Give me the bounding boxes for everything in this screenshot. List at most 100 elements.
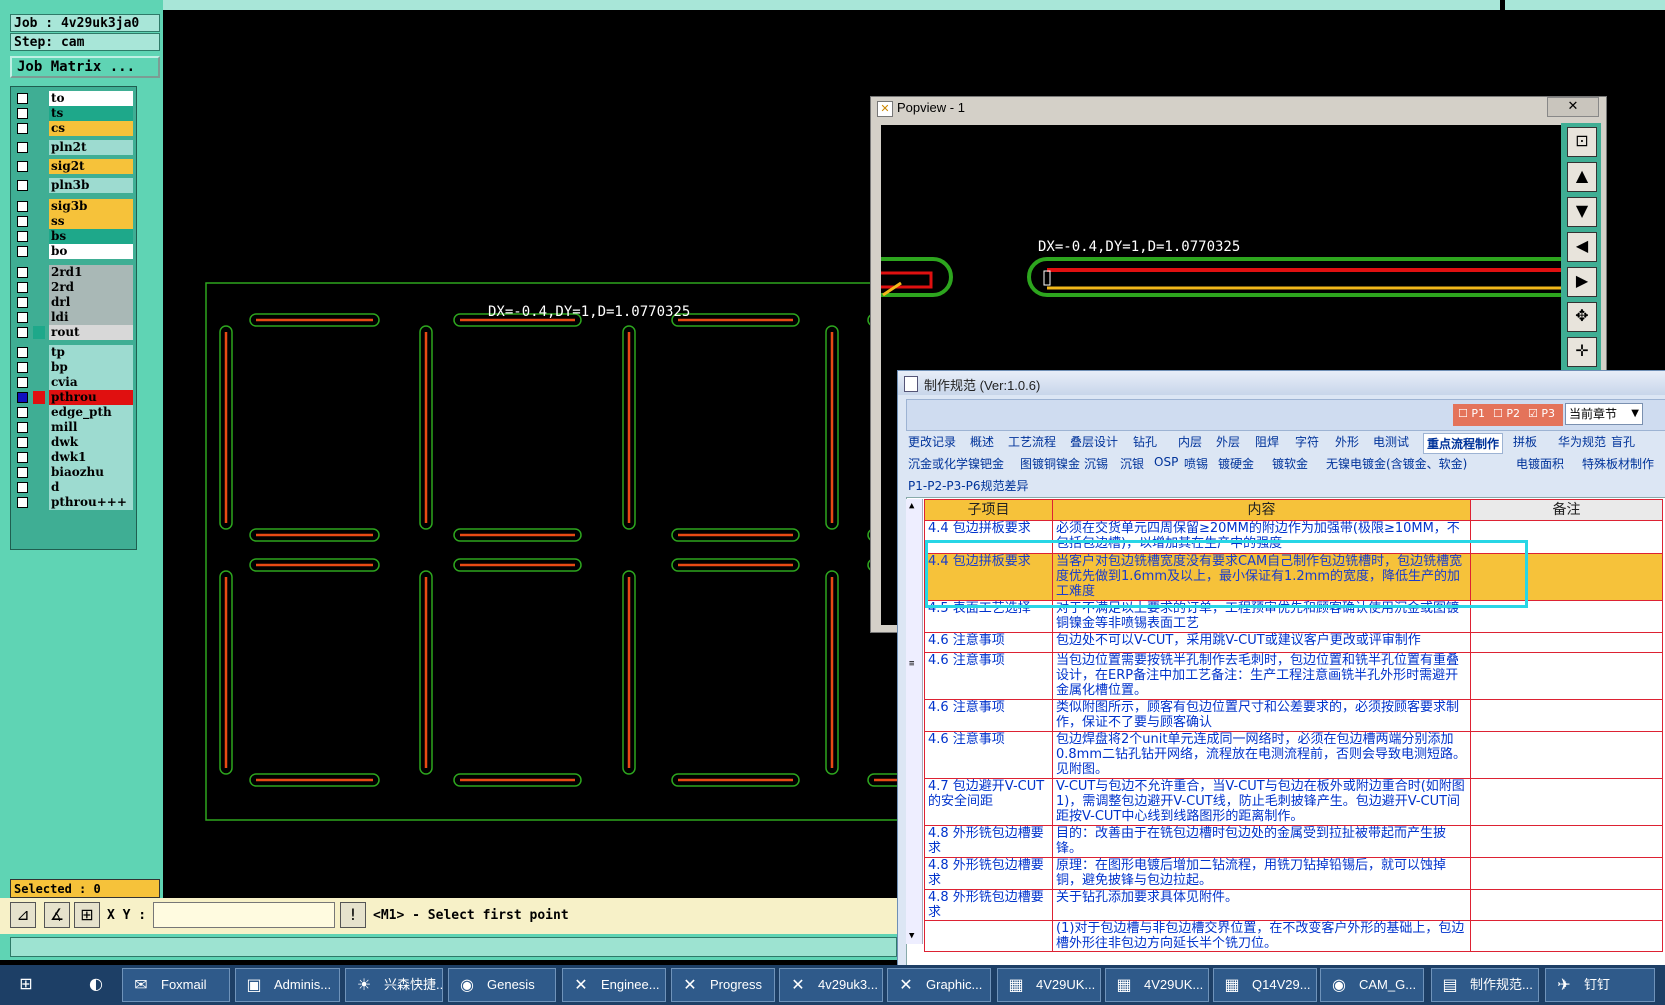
pan-up-icon[interactable]: ▲ <box>1567 162 1597 192</box>
pan-left-icon[interactable]: ◀ <box>1567 232 1597 262</box>
tab-tabs_row2-1[interactable]: 图镀铜镍金 <box>1020 455 1080 472</box>
tab-tabs_row3-0[interactable]: P1-P2-P3-P6规范差异 <box>908 477 1028 494</box>
tab-tabs_row2-0[interactable]: 沉金或化学镍钯金 <box>908 455 1004 472</box>
taskbar-button[interactable]: ⊞ <box>8 968 68 1002</box>
tab-tabs_row1-12[interactable]: 拼板 <box>1513 433 1537 450</box>
layer-checkbox[interactable] <box>17 297 28 308</box>
taskbar-button[interactable]: ◐ <box>78 968 118 1002</box>
tab-tabs_row1-10[interactable]: 电测试 <box>1373 433 1409 450</box>
tab-tabs_row1-5[interactable]: 内层 <box>1178 433 1202 450</box>
taskbar-button[interactable]: ✉ Foxmail <box>122 968 230 1002</box>
layer-checkbox[interactable] <box>17 161 28 172</box>
layer-checkbox[interactable] <box>17 347 28 358</box>
layer-row-d[interactable]: d <box>15 480 133 495</box>
layer-row-rout[interactable]: rout <box>15 325 133 340</box>
layer-row-pln3b[interactable]: pln3b <box>15 178 133 193</box>
taskbar-button[interactable]: ✕ Progress <box>671 968 775 1002</box>
info-icon[interactable]: ! <box>340 902 366 928</box>
pan-down-icon[interactable]: ▼ <box>1567 197 1597 227</box>
tab-tabs_row1-4[interactable]: 钻孔 <box>1133 433 1157 450</box>
layer-row-ss[interactable]: ss <box>15 214 133 229</box>
tab-tabs_row1-6[interactable]: 外层 <box>1216 433 1240 450</box>
layer-row-pthrouppp[interactable]: pthrou+++ <box>15 495 133 510</box>
popview-titlebar[interactable]: ✕ Popview - 1 ✕ <box>871 97 1606 119</box>
layer-checkbox[interactable] <box>17 467 28 478</box>
layer-checkbox[interactable] <box>17 312 28 323</box>
taskbar-button[interactable]: ✕ Graphic... <box>887 968 991 1002</box>
layer-row-sig3b[interactable]: sig3b <box>15 199 133 214</box>
zoom-fit-icon[interactable]: ✥ <box>1567 302 1597 332</box>
layer-row-dwk[interactable]: dwk <box>15 435 133 450</box>
taskbar-button[interactable]: ▦ 4V29UK... <box>1105 968 1209 1002</box>
table-row[interactable]: (1)对于包边槽与非包边槽交界位置，在不改变客户外形的基础上，包边槽外形往非包边… <box>924 920 1663 952</box>
layer-checkbox[interactable] <box>17 437 28 448</box>
tab-tabs_row1-0[interactable]: 更改记录 <box>908 433 956 450</box>
tab-tabs_row2-5[interactable]: 喷锡 <box>1184 455 1208 472</box>
table-row[interactable]: 4.6 注意事项 当包边位置需要按铣半孔制作去毛刺时，包边位置和铣半孔位置有重叠设… <box>924 652 1663 700</box>
page-p1-checkbox[interactable]: ☐ P1 <box>1458 407 1485 420</box>
layer-row-bp[interactable]: bp <box>15 360 133 375</box>
scroll-up-icon[interactable]: ▲ <box>909 501 914 511</box>
layer-checkbox[interactable] <box>17 108 28 119</box>
layer-row-drl[interactable]: drl <box>15 295 133 310</box>
tab-tabs_row2-2[interactable]: 沉锡 <box>1084 455 1108 472</box>
header-item[interactable]: 子项目 <box>924 499 1053 521</box>
zoom-home-icon[interactable]: ✛ <box>1567 337 1597 367</box>
table-row[interactable]: 4.6 注意事项 包边处不可以V-CUT，采用跳V-CUT或建议客户更改或评审制作 <box>924 632 1663 653</box>
tab-tabs_row1-1[interactable]: 概述 <box>970 433 994 450</box>
tab-tabs_row2-6[interactable]: 镀硬金 <box>1218 455 1254 472</box>
layer-checkbox[interactable] <box>17 142 28 153</box>
taskbar-button[interactable]: ◉ Genesis <box>448 968 556 1002</box>
layer-row-mill[interactable]: mill <box>15 420 133 435</box>
layer-checkbox[interactable] <box>17 123 28 134</box>
tab-tabs_row1-11[interactable]: 重点流程制作 <box>1423 433 1504 454</box>
tab-tabs_row1-3[interactable]: 叠层设计 <box>1070 433 1118 450</box>
pan-right-icon[interactable]: ▶ <box>1567 267 1597 297</box>
tab-tabs_row2-3[interactable]: 沉银 <box>1120 455 1144 472</box>
layer-checkbox[interactable] <box>17 180 28 191</box>
tab-tabs_row2-10[interactable]: 特殊板材制作 <box>1582 455 1654 472</box>
chapter-select[interactable]: 当前章节 ▼ <box>1565 403 1643 425</box>
layer-checkbox[interactable] <box>17 267 28 278</box>
table-row[interactable]: 4.8 外形铣包边槽要求 原理：在图形电镀后增加二钻流程，用铣刀钻掉铅锡后，就可以… <box>924 857 1663 890</box>
layer-row-bs[interactable]: bs <box>15 229 133 244</box>
table-row[interactable]: 4.7 包边避开V-CUT的安全间距 V-CUT与包边不允许重合，当V-CUT与包… <box>924 778 1663 826</box>
layer-row-edge_pth[interactable]: edge_pth <box>15 405 133 420</box>
scroll-thumb-icon[interactable]: ≡ <box>909 659 914 669</box>
graphic-canvas[interactable]: DX=-0.4,DY=1,D=1.0770325 <box>163 10 903 898</box>
tab-tabs_row2-9[interactable]: 电镀面积 <box>1516 455 1564 472</box>
layer-row-ts[interactable]: ts <box>15 106 133 121</box>
tab-tabs_row1-13[interactable]: 华为规范 <box>1558 433 1606 450</box>
tab-tabs_row1-9[interactable]: 外形 <box>1335 433 1359 450</box>
layer-row-ldi[interactable]: ldi <box>15 310 133 325</box>
popview-close-button[interactable]: ✕ <box>1547 97 1599 117</box>
tab-tabs_row1-2[interactable]: 工艺流程 <box>1008 433 1056 450</box>
layer-checkbox[interactable] <box>17 93 28 104</box>
layer-checkbox[interactable] <box>17 422 28 433</box>
tab-tabs_row1-7[interactable]: 阻焊 <box>1255 433 1279 450</box>
tab-tabs_row2-8[interactable]: 无镍电镀金(含镀金、软金) <box>1326 455 1467 472</box>
taskbar-button[interactable]: ✈ 钉钉 <box>1545 968 1655 1002</box>
layer-row-2rd1[interactable]: 2rd1 <box>15 265 133 280</box>
layer-checkbox[interactable] <box>17 216 28 227</box>
layer-row-bo[interactable]: bo <box>15 244 133 259</box>
layer-checkbox[interactable] <box>17 497 28 508</box>
taskbar-button[interactable]: ✕ 4v29uk3... <box>779 968 883 1002</box>
zoom-area-icon[interactable]: ⊡ <box>1567 127 1597 157</box>
layer-checkbox[interactable] <box>17 377 28 388</box>
header-content[interactable]: 内容 <box>1052 499 1471 521</box>
tab-tabs_row2-4[interactable]: OSP <box>1154 455 1178 469</box>
taskbar-button[interactable]: ☀ 兴森快捷... <box>345 968 443 1002</box>
table-row[interactable]: 4.6 注意事项 包边焊盘将2个unit单元连成同一网络时，必须在包边槽两端分别添… <box>924 731 1663 779</box>
angle-icon[interactable]: ∡ <box>44 902 70 928</box>
page-p3-checkbox[interactable]: ☑ P3 <box>1528 407 1555 420</box>
grid-icon[interactable]: ⊞ <box>74 902 100 928</box>
tab-tabs_row1-8[interactable]: 字符 <box>1295 433 1319 450</box>
taskbar-button[interactable]: ▦ Q14V29... <box>1213 968 1317 1002</box>
layer-checkbox[interactable] <box>17 362 28 373</box>
layer-row-pthrou[interactable]: pthrou <box>15 390 133 405</box>
tab-tabs_row2-7[interactable]: 镀软金 <box>1272 455 1308 472</box>
layer-checkbox[interactable] <box>17 327 28 338</box>
table-scrollbar[interactable]: ▲ ≡ ▼ <box>906 499 923 944</box>
page-p2-checkbox[interactable]: ☐ P2 <box>1493 407 1520 420</box>
